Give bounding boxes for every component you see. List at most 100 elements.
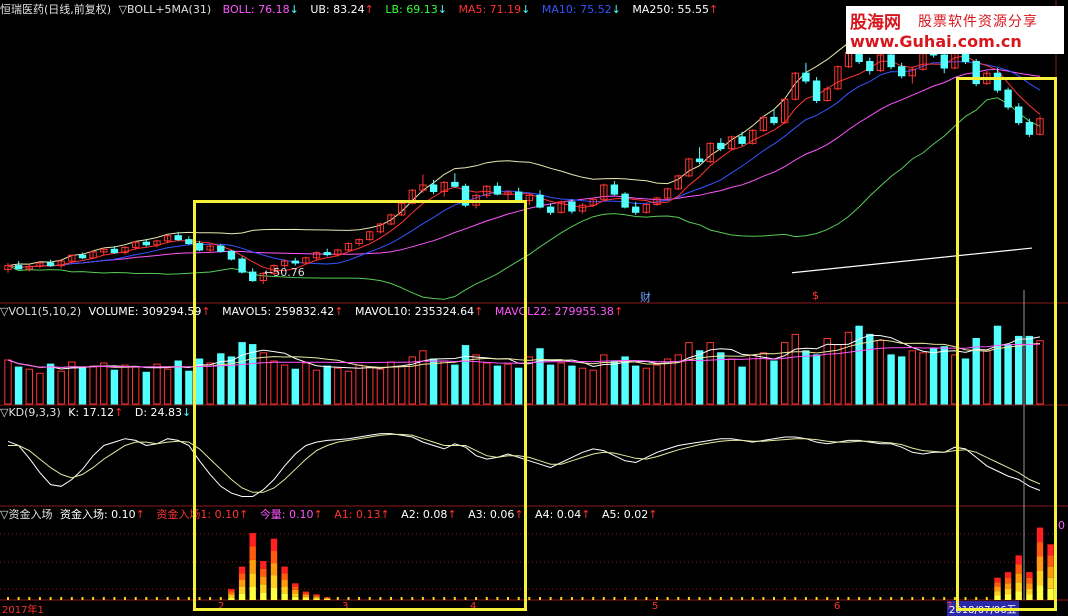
fund-indicator-name[interactable]: ▽资金入场 bbox=[0, 508, 52, 521]
vol-indicator-name[interactable]: ▽VOL1(5,10,2) bbox=[0, 305, 81, 318]
fund-baseline-dot bbox=[677, 597, 680, 600]
volume-bar bbox=[46, 363, 55, 405]
fund-baseline-dot bbox=[773, 597, 775, 600]
trend-arrow-icon: ↓ bbox=[289, 3, 299, 16]
volume-bar bbox=[929, 348, 938, 405]
volume-bar bbox=[100, 362, 108, 405]
fund-baseline-dot bbox=[911, 597, 914, 600]
fund-baseline-dot bbox=[645, 597, 648, 600]
candle-body bbox=[738, 136, 746, 144]
trend-arrow-icon: ↑ bbox=[581, 508, 591, 521]
candle-body bbox=[451, 181, 459, 187]
fund-baseline-dot bbox=[879, 597, 882, 600]
fund-baseline-dot bbox=[656, 597, 658, 600]
volume-bar bbox=[940, 346, 948, 405]
fund-baseline-dot bbox=[187, 597, 190, 600]
volume-bar bbox=[546, 364, 555, 405]
candle-body bbox=[621, 193, 629, 208]
volume-bar bbox=[589, 369, 597, 405]
boll-value: BOLL: 76.18↓ bbox=[222, 3, 299, 16]
fund-baseline-dot bbox=[102, 597, 105, 600]
volume-bar bbox=[759, 352, 768, 405]
volume-bar bbox=[791, 333, 799, 405]
trend-arrow-icon: ↑ bbox=[364, 3, 374, 16]
volume-bar bbox=[536, 348, 544, 405]
trend-arrow-icon: ↓ bbox=[182, 406, 192, 419]
candle-body bbox=[14, 265, 23, 270]
volume-bar bbox=[717, 352, 725, 405]
volume-bar bbox=[57, 370, 65, 405]
watermark-logo: 股海网 股票软件资源分享 www.Guhai.com.cn bbox=[846, 6, 1064, 54]
candle-body bbox=[78, 254, 87, 259]
fund-baseline-dot bbox=[698, 597, 701, 600]
fund-baseline-dot bbox=[145, 597, 148, 600]
candle-body bbox=[717, 142, 725, 150]
candle-body bbox=[185, 239, 193, 245]
fund-baseline-dot bbox=[943, 597, 946, 600]
candle-body bbox=[546, 206, 555, 213]
indicator-name[interactable]: ▽BOLL+5MA(31) bbox=[119, 3, 212, 16]
fund-main-value: 资金入场: 0.10↑ bbox=[59, 508, 145, 521]
fund-baseline-dot bbox=[49, 597, 52, 600]
fund-baseline-dot bbox=[17, 597, 20, 600]
candle-body bbox=[695, 158, 704, 163]
fund-baseline-dot bbox=[890, 597, 893, 600]
volume-bar bbox=[653, 364, 661, 405]
fund-baseline-dot bbox=[751, 597, 754, 600]
trend-arrow-icon: ↑ bbox=[648, 508, 658, 521]
x-axis-month-tick: 7 bbox=[946, 601, 953, 612]
ma5-value: MA5: 71.19↓ bbox=[458, 3, 531, 16]
kd-indicator-name[interactable]: ▽KD(9,3,3) bbox=[0, 406, 61, 419]
trend-arrow-icon: ↑ bbox=[709, 3, 719, 16]
a5-value: A5: 0.02↑ bbox=[601, 508, 658, 521]
fund-axis-label: 0 bbox=[1058, 519, 1065, 532]
fund-baseline-dot bbox=[666, 597, 669, 600]
dollar-marker[interactable]: $ bbox=[812, 289, 819, 302]
fund-baseline-dot bbox=[155, 597, 158, 600]
highlight-box-left bbox=[193, 200, 527, 611]
k-value: K: 17.12↑ bbox=[68, 406, 124, 419]
volume-bar bbox=[621, 356, 629, 405]
candle-body bbox=[632, 206, 640, 213]
fund-baseline-dot bbox=[719, 597, 722, 600]
candle-body bbox=[812, 80, 821, 101]
fund-baseline-dot bbox=[113, 597, 116, 600]
fund-baseline-dot bbox=[28, 597, 31, 600]
highlight-box-right bbox=[956, 77, 1057, 611]
volume-bar bbox=[823, 338, 831, 405]
d-value: D: 24.83↓ bbox=[134, 406, 192, 419]
volume-bar bbox=[908, 350, 916, 405]
candle-body bbox=[174, 235, 182, 241]
fund-baseline-dot bbox=[687, 597, 690, 600]
volume-bar bbox=[781, 342, 789, 405]
volume-bar bbox=[738, 366, 746, 405]
fund-baseline-dot bbox=[858, 597, 861, 600]
fund-baseline-dot bbox=[900, 597, 903, 600]
volume-bar bbox=[632, 365, 640, 405]
trend-arrow-icon: ↑ bbox=[135, 508, 145, 521]
volume-bar bbox=[876, 340, 885, 405]
fund-baseline-dot bbox=[815, 597, 818, 600]
fund-baseline-dot bbox=[549, 597, 552, 600]
fund-baseline-dot bbox=[70, 597, 73, 600]
fund-baseline-dot bbox=[709, 597, 712, 600]
fund-baseline-dot bbox=[570, 597, 573, 600]
candle-body bbox=[898, 66, 906, 77]
volume-bar bbox=[163, 368, 172, 405]
volume-bar bbox=[132, 366, 140, 405]
fund-baseline-dot bbox=[868, 597, 871, 600]
fund-baseline-dot bbox=[592, 597, 595, 600]
volume-bar bbox=[4, 359, 12, 405]
fund-baseline-dot bbox=[932, 597, 935, 600]
candle-body bbox=[46, 262, 55, 267]
candle-body bbox=[493, 185, 502, 195]
trend-arrow-icon: ↑ bbox=[613, 305, 624, 318]
volume-bar bbox=[812, 354, 821, 405]
volume-bar bbox=[887, 354, 895, 405]
price-header: 恒瑞医药(日线,前复权) ▽BOLL+5MA(31) BOLL: 76.18↓ … bbox=[0, 3, 726, 17]
finance-marker[interactable]: 财 bbox=[640, 289, 651, 305]
volume-bar bbox=[174, 360, 182, 405]
volume-bar bbox=[663, 358, 672, 405]
volume-bar bbox=[855, 325, 863, 405]
fund-baseline-dot bbox=[134, 597, 137, 600]
